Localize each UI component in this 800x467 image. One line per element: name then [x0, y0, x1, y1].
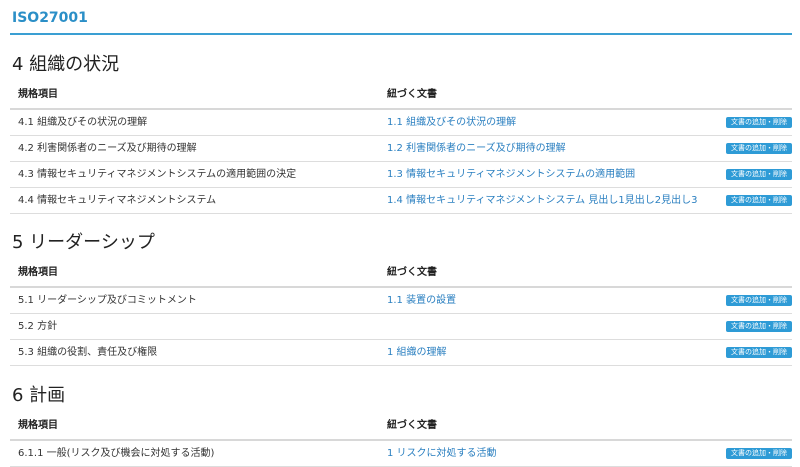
column-header-document: 紐づく文書	[387, 267, 437, 278]
table-row: 5.1 リーダーシップ及びコミットメント 1.1 装置の設置 文書の追加・削除	[10, 288, 792, 314]
add-remove-document-button[interactable]: 文書の追加・削除	[726, 321, 792, 332]
table-row: 4.1 組織及びその状況の理解 1.1 組織及びその状況の理解 文書の追加・削除	[10, 110, 792, 136]
table-header-row: 規格項目 紐づく文書	[10, 260, 792, 288]
add-remove-document-button[interactable]: 文書の追加・削除	[726, 143, 792, 154]
table-header-row: 規格項目 紐づく文書	[10, 413, 792, 441]
requirement-item: 5.3 組織の役割、責任及び権限	[18, 347, 158, 358]
add-remove-document-button[interactable]: 文書の追加・削除	[726, 117, 792, 128]
linked-document-link[interactable]: 1.2 利害関係者のニーズ及び期待の理解	[387, 136, 566, 161]
page-title: ISO27001	[12, 10, 88, 26]
add-remove-document-button[interactable]: 文書の追加・削除	[726, 448, 792, 459]
linked-document-link[interactable]: 1.1 装置の設置	[387, 288, 456, 313]
add-remove-document-button[interactable]: 文書の追加・削除	[726, 347, 792, 358]
linked-document-link[interactable]: 1.1 組織及びその状況の理解	[387, 110, 516, 135]
column-header-document: 紐づく文書	[387, 89, 437, 100]
table-row: 4.4 情報セキュリティマネジメントシステム 1.4 情報セキュリティマネジメン…	[10, 188, 792, 214]
section-heading: 6 計画	[12, 385, 66, 406]
column-header-item: 規格項目	[18, 89, 58, 100]
table-row: 5.2 方針 文書の追加・削除	[10, 314, 792, 340]
section-heading: 5 リーダーシップ	[12, 232, 155, 253]
table-header-row: 規格項目 紐づく文書	[10, 82, 792, 110]
add-remove-document-button[interactable]: 文書の追加・削除	[726, 169, 792, 180]
column-header-item: 規格項目	[18, 267, 58, 278]
requirement-item: 6.1.1 一般(リスク及び機会に対処する活動)	[18, 448, 215, 459]
table-row: 5.3 組織の役割、責任及び権限 1 組織の理解 文書の追加・削除	[10, 340, 792, 366]
requirements-table: 規格項目 紐づく文書 6.1.1 一般(リスク及び機会に対処する活動) 1 リス…	[10, 413, 792, 467]
linked-document-link[interactable]: 1.4 情報セキュリティマネジメントシステム 見出し1見出し2見出し3	[387, 188, 697, 213]
table-row: 6.1.1 一般(リスク及び機会に対処する活動) 1 リスクに対処する活動 文書…	[10, 441, 792, 467]
add-remove-document-button[interactable]: 文書の追加・削除	[726, 195, 792, 206]
requirement-item: 5.2 方針	[18, 321, 58, 332]
section-6: 6 計画 規格項目 紐づく文書 6.1.1 一般(リスク及び機会に対処する活動)…	[10, 381, 792, 467]
requirement-item: 4.2 利害関係者のニーズ及び期待の理解	[18, 143, 197, 154]
requirements-table: 規格項目 紐づく文書 4.1 組織及びその状況の理解 1.1 組織及びその状況の…	[10, 82, 792, 214]
table-row: 4.2 利害関係者のニーズ及び期待の理解 1.2 利害関係者のニーズ及び期待の理…	[10, 136, 792, 162]
title-divider	[10, 33, 792, 35]
column-header-item: 規格項目	[18, 420, 58, 431]
section-5: 5 リーダーシップ 規格項目 紐づく文書 5.1 リーダーシップ及びコミットメン…	[10, 228, 792, 366]
table-row: 4.3 情報セキュリティマネジメントシステムの適用範囲の決定 1.3 情報セキュ…	[10, 162, 792, 188]
section-heading: 4 組織の状況	[12, 54, 120, 75]
section-4: 4 組織の状況 規格項目 紐づく文書 4.1 組織及びその状況の理解 1.1 組…	[10, 50, 792, 214]
requirement-item: 4.3 情報セキュリティマネジメントシステムの適用範囲の決定	[18, 169, 297, 180]
linked-document-link[interactable]: 1 リスクに対処する活動	[387, 441, 497, 466]
requirement-item: 5.1 リーダーシップ及びコミットメント	[18, 295, 197, 306]
page: ISO27001 4 組織の状況 規格項目 紐づく文書 4.1 組織及びその状況…	[0, 0, 800, 467]
requirement-item: 4.4 情報セキュリティマネジメントシステム	[18, 195, 217, 206]
linked-document-link[interactable]: 1.3 情報セキュリティマネジメントシステムの適用範囲	[387, 162, 635, 187]
column-header-document: 紐づく文書	[387, 420, 437, 431]
add-remove-document-button[interactable]: 文書の追加・削除	[726, 295, 792, 306]
requirement-item: 4.1 組織及びその状況の理解	[18, 117, 148, 128]
linked-document-link[interactable]: 1 組織の理解	[387, 340, 447, 365]
requirements-table: 規格項目 紐づく文書 5.1 リーダーシップ及びコミットメント 1.1 装置の設…	[10, 260, 792, 366]
